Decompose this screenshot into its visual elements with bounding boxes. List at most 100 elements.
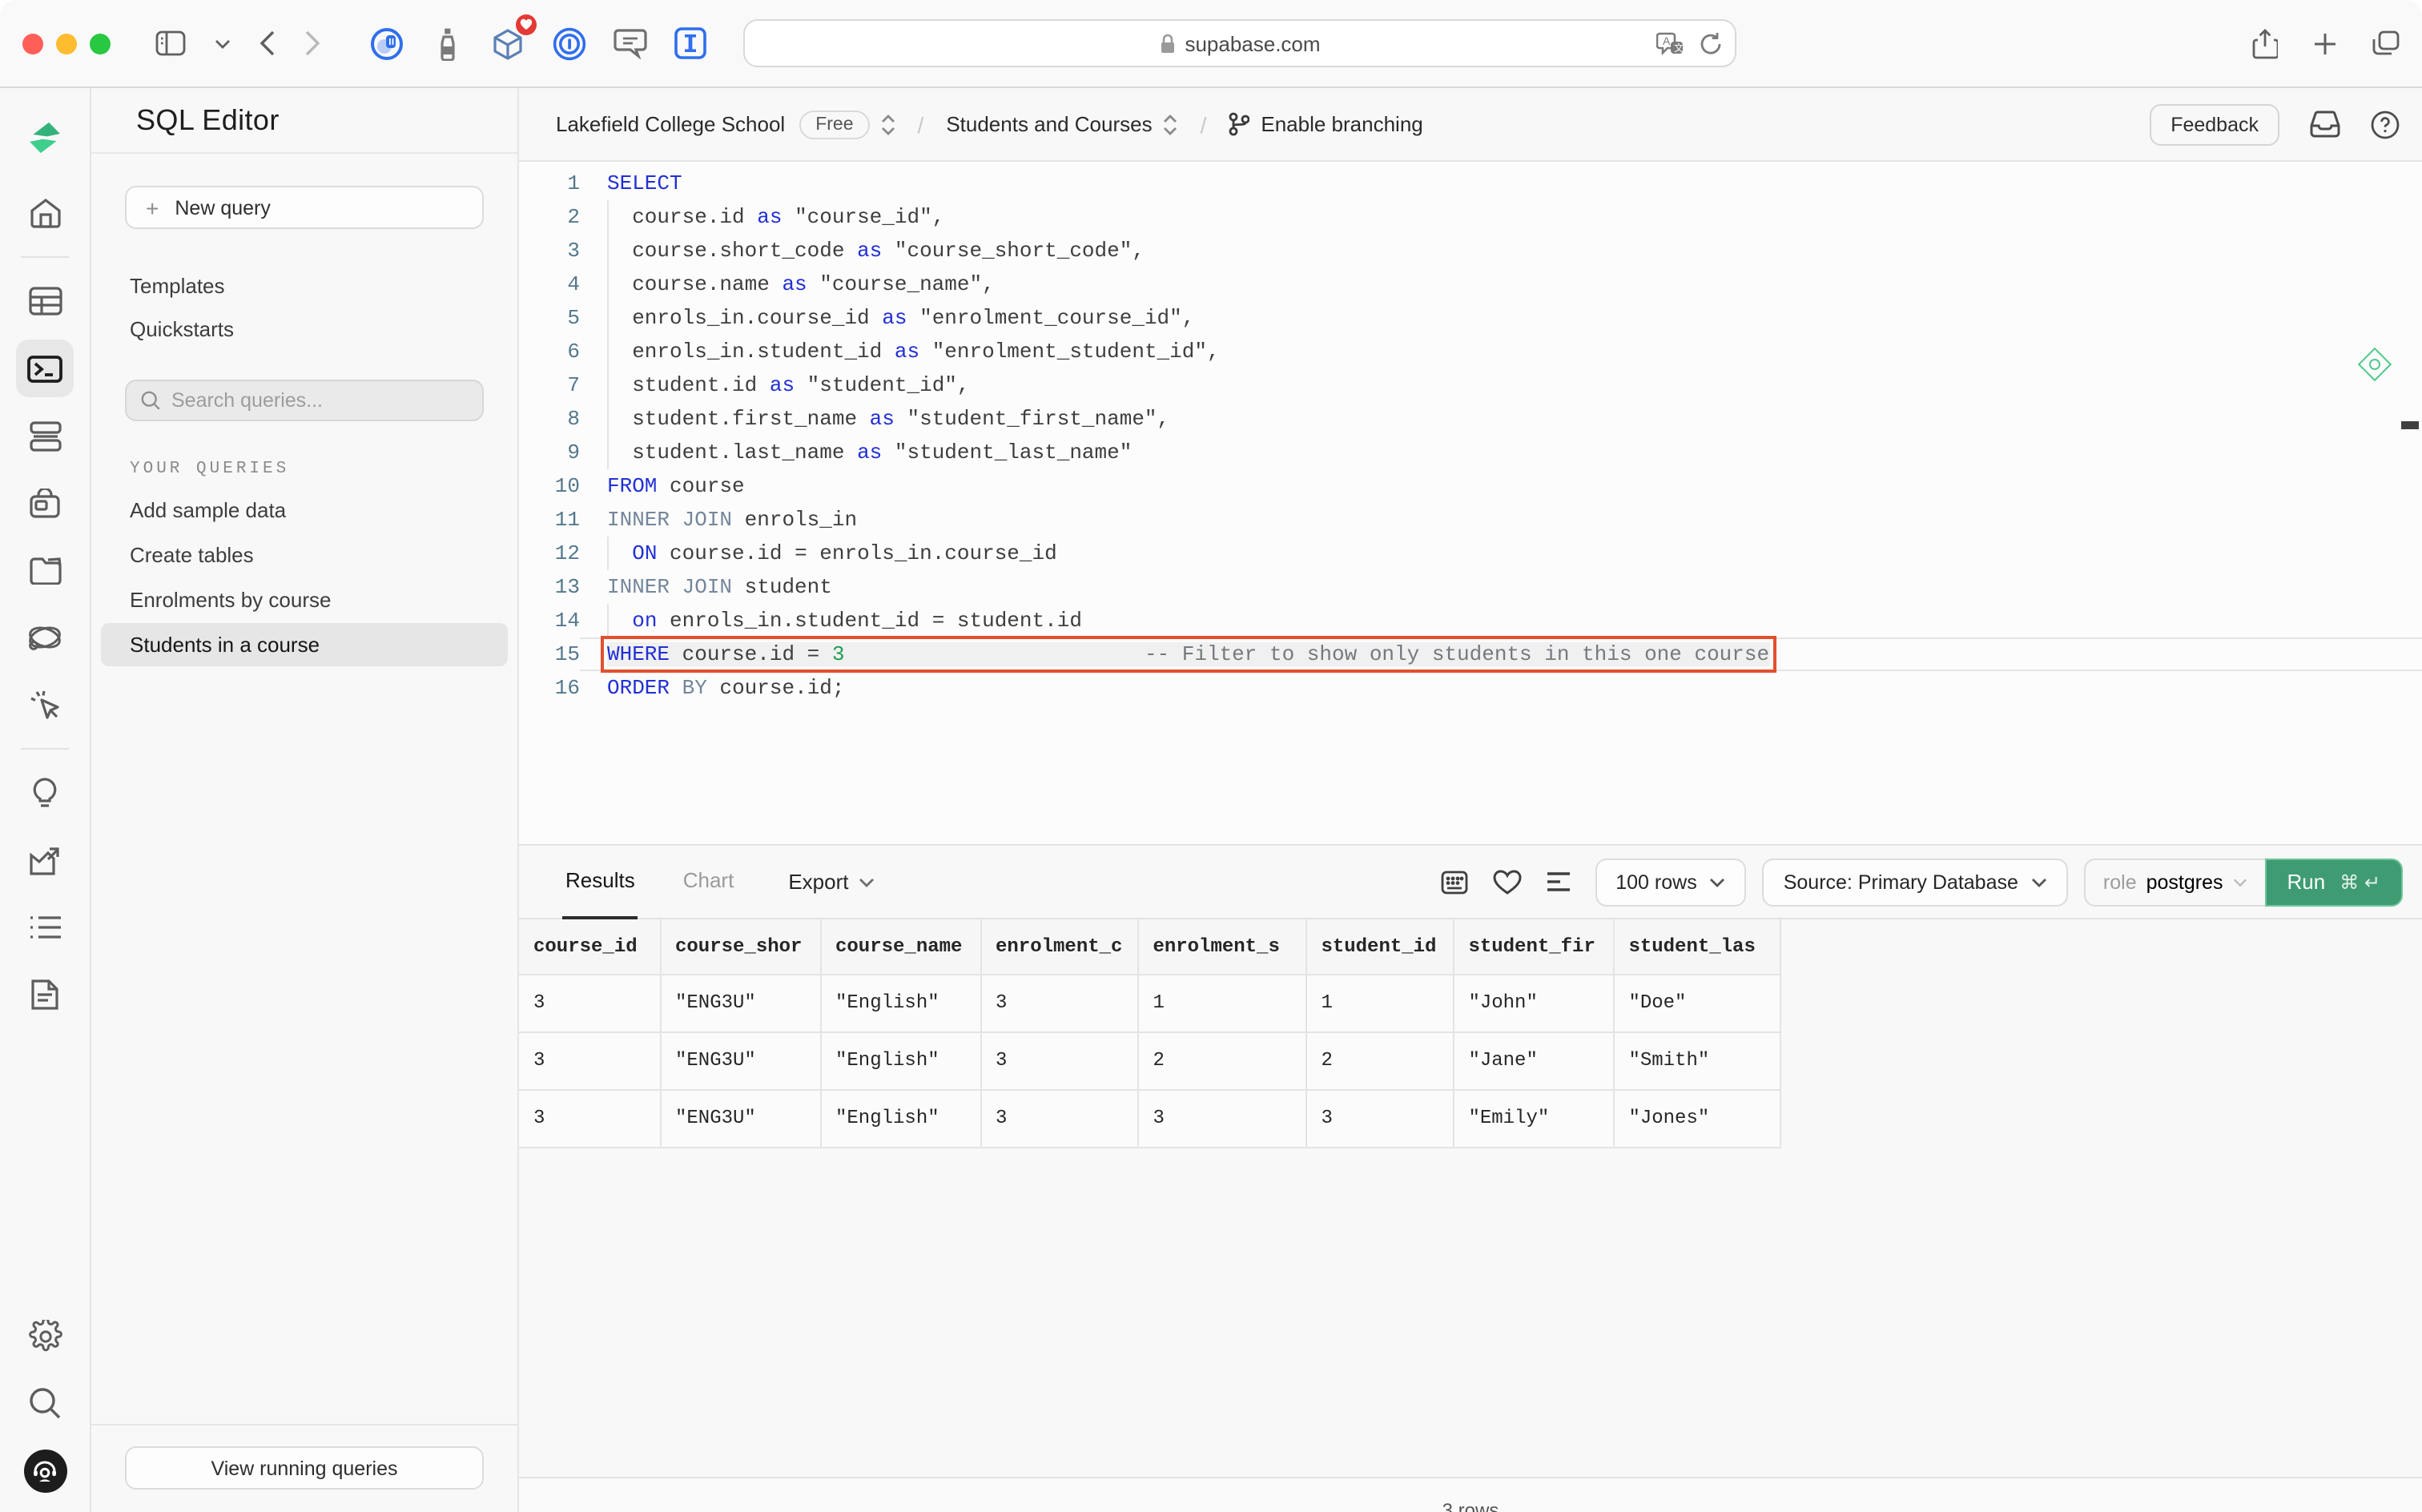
code-line[interactable]: 5 enrols_in.course_id as "enrolment_cour… bbox=[519, 301, 2422, 335]
query-item[interactable]: Create tables bbox=[101, 533, 508, 577]
column-header[interactable]: student_fir bbox=[1452, 919, 1615, 975]
chat-bubble-extension-icon[interactable] bbox=[612, 26, 647, 61]
table-row[interactable]: 3 "ENG3U" "English" 3 2 2 "Jane" "Smith" bbox=[519, 1031, 1781, 1090]
sql-editor-icon[interactable] bbox=[16, 340, 74, 397]
reports-icon[interactable] bbox=[16, 831, 74, 889]
sidebar-item-templates[interactable]: Templates bbox=[91, 264, 517, 308]
api-docs-icon[interactable] bbox=[16, 966, 74, 1023]
table-cell[interactable]: "English" bbox=[819, 1031, 981, 1090]
code-line[interactable]: 11 INNER JOIN enrols_in bbox=[519, 503, 2422, 537]
search-icon[interactable] bbox=[16, 1374, 74, 1432]
share-icon[interactable] bbox=[2252, 28, 2278, 58]
table-cell[interactable]: "Jones" bbox=[1612, 1089, 1781, 1148]
table-cell[interactable]: "Jane" bbox=[1452, 1031, 1615, 1090]
help-icon[interactable] bbox=[2371, 110, 2400, 139]
back-button[interactable] bbox=[260, 30, 276, 56]
minimize-window-button[interactable] bbox=[56, 33, 77, 54]
search-queries-input[interactable] bbox=[171, 389, 468, 412]
project-selector-icon[interactable] bbox=[881, 113, 895, 135]
table-cell[interactable]: 3 bbox=[979, 1031, 1139, 1090]
feedback-button[interactable]: Feedback bbox=[2150, 103, 2279, 145]
table-cell[interactable]: 3 bbox=[979, 974, 1139, 1032]
spray-bottle-extension-icon[interactable] bbox=[429, 26, 465, 61]
sidebar-toggle-icon[interactable] bbox=[155, 30, 186, 56]
authentication-icon[interactable] bbox=[16, 474, 74, 532]
logs-icon[interactable] bbox=[16, 899, 74, 956]
run-query-button[interactable]: Run ⌘ ↵ bbox=[2264, 858, 2403, 906]
storage-icon[interactable] bbox=[16, 541, 74, 599]
table-cell[interactable]: 3 bbox=[1305, 1089, 1454, 1148]
table-cell[interactable]: 3 bbox=[519, 974, 661, 1032]
table-cell[interactable]: 1 bbox=[1305, 974, 1454, 1032]
code-line[interactable]: 10 FROM course bbox=[519, 469, 2422, 503]
settings-icon[interactable] bbox=[16, 1307, 74, 1365]
code-line[interactable]: 7 student.id as "student_id", bbox=[519, 368, 2422, 402]
translate-icon[interactable]: A文 bbox=[1656, 31, 1684, 55]
database-icon[interactable] bbox=[16, 407, 74, 464]
table-cell[interactable]: "ENG3U" bbox=[659, 1089, 821, 1148]
close-window-button[interactable] bbox=[22, 33, 43, 54]
column-header[interactable]: course_name bbox=[819, 919, 981, 975]
sidebar-item-quickstarts[interactable]: Quickstarts bbox=[91, 308, 517, 351]
column-header[interactable]: enrolment_c bbox=[979, 919, 1139, 975]
code-line[interactable]: 1 SELECT bbox=[519, 167, 2422, 200]
code-line[interactable]: 14 on enrols_in.student_id = student.id bbox=[519, 604, 2422, 637]
code-line[interactable]: 9 student.last_name as "student_last_nam… bbox=[519, 436, 2422, 469]
favorite-heart-icon[interactable] bbox=[1492, 869, 1521, 895]
code-line[interactable]: 12 ON course.id = enrols_in.course_id bbox=[519, 537, 2422, 570]
table-cell[interactable]: "English" bbox=[819, 1089, 981, 1148]
table-cell[interactable]: "Emily" bbox=[1452, 1089, 1615, 1148]
tab-results[interactable]: Results bbox=[562, 845, 638, 919]
table-cell[interactable]: 3 bbox=[519, 1089, 661, 1148]
table-cell[interactable]: "Doe" bbox=[1612, 974, 1781, 1032]
realtime-icon[interactable] bbox=[16, 676, 74, 734]
table-cell[interactable]: 1 bbox=[1137, 974, 1307, 1032]
column-header[interactable]: course_id bbox=[519, 919, 661, 975]
table-cell[interactable]: 2 bbox=[1137, 1031, 1307, 1090]
forward-button[interactable] bbox=[304, 30, 320, 56]
column-header[interactable]: student_id bbox=[1305, 919, 1454, 975]
column-header[interactable]: enrolment_s bbox=[1137, 919, 1307, 975]
keyboard-shortcuts-icon[interactable] bbox=[1439, 867, 1468, 896]
reload-icon[interactable] bbox=[1700, 31, 1722, 55]
code-line[interactable]: 16 ORDER BY course.id; bbox=[519, 671, 2422, 705]
table-cell[interactable]: 2 bbox=[1305, 1031, 1454, 1090]
table-cell[interactable]: "ENG3U" bbox=[659, 974, 821, 1032]
format-lines-icon[interactable] bbox=[1545, 871, 1571, 892]
code-line[interactable]: 6 enrols_in.student_id as "enrolment_stu… bbox=[519, 335, 2422, 368]
table-cell[interactable]: "John" bbox=[1452, 974, 1615, 1032]
table-row[interactable]: 3 "ENG3U" "English" 3 3 3 "Emily" "Jones" bbox=[519, 1089, 1781, 1148]
new-tab-icon[interactable] bbox=[2313, 28, 2337, 58]
column-header[interactable]: student_las bbox=[1612, 919, 1781, 975]
code-line[interactable]: 8 student.first_name as "student_first_n… bbox=[519, 402, 2422, 436]
home-icon[interactable] bbox=[16, 184, 74, 242]
clock-extension-icon[interactable] bbox=[368, 26, 404, 61]
page-name[interactable]: Students and Courses bbox=[946, 112, 1152, 136]
code-line[interactable]: 2 course.id as "course_id", bbox=[519, 200, 2422, 234]
export-dropdown[interactable]: Export bbox=[788, 870, 874, 894]
column-header[interactable]: course_shor bbox=[659, 919, 821, 975]
query-item[interactable]: Add sample data bbox=[101, 489, 508, 532]
instapaper-extension-icon[interactable] bbox=[673, 26, 708, 61]
new-query-button[interactable]: + New query bbox=[125, 186, 484, 229]
tab-overview-icon[interactable] bbox=[2372, 28, 2400, 58]
supabase-logo[interactable] bbox=[16, 109, 74, 167]
search-queries-box[interactable] bbox=[125, 380, 484, 421]
table-cell[interactable]: "ENG3U" bbox=[659, 1031, 821, 1090]
edge-functions-icon[interactable] bbox=[16, 609, 74, 666]
profile-avatar[interactable] bbox=[23, 1450, 66, 1493]
role-dropdown[interactable]: role postgres bbox=[2083, 858, 2265, 906]
code-line[interactable]: 15 WHERE course.id = 3 -- Filter to show … bbox=[519, 636, 2422, 673]
table-cell[interactable]: "English" bbox=[819, 974, 981, 1032]
table-editor-icon[interactable] bbox=[16, 272, 74, 330]
table-cell[interactable]: 3 bbox=[979, 1089, 1139, 1148]
project-name[interactable]: Lakefield College School bbox=[556, 112, 785, 136]
address-bar[interactable]: supabase.com A文 bbox=[743, 19, 1736, 67]
table-cell[interactable]: "Smith" bbox=[1612, 1031, 1781, 1090]
advisors-icon[interactable] bbox=[16, 764, 74, 822]
tab-chart[interactable]: Chart bbox=[680, 845, 738, 919]
inbox-icon[interactable] bbox=[2310, 111, 2340, 138]
query-item[interactable]: Enrolments by course bbox=[101, 578, 508, 621]
code-line[interactable]: 4 course.name as "course_name", bbox=[519, 267, 2422, 301]
table-cell[interactable]: 3 bbox=[519, 1031, 661, 1090]
